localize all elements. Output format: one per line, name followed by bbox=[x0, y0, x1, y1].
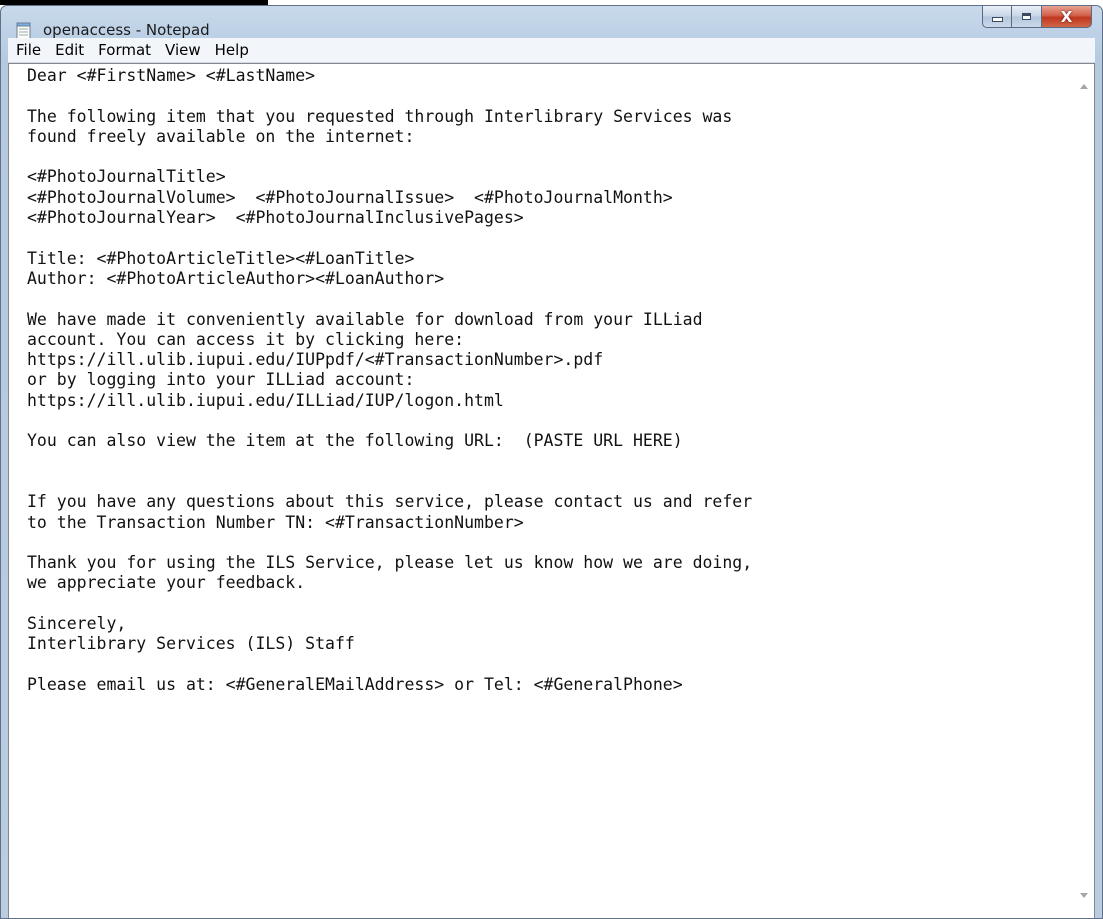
text-editor[interactable]: Dear <#FirstName> <#LastName> The follow… bbox=[8, 63, 1095, 918]
document-line: we appreciate your feedback. bbox=[27, 573, 306, 593]
document-line: Title: <#PhotoArticleTitle><#LoanTitle> bbox=[27, 248, 415, 268]
menu-format[interactable]: Format bbox=[92, 41, 159, 59]
document-line: Dear <#FirstName> <#LastName> bbox=[27, 66, 316, 85]
menu-view[interactable]: View bbox=[159, 41, 209, 59]
document-line: If you have any questions about this ser… bbox=[27, 492, 753, 512]
close-button[interactable]: X bbox=[1042, 6, 1092, 28]
vertical-scrollbar[interactable] bbox=[1073, 64, 1094, 918]
document-line: Author: <#PhotoArticleAuthor><#LoanAutho… bbox=[27, 268, 445, 288]
document-line: <#PhotoJournalYear> <#PhotoJournalInclus… bbox=[27, 208, 524, 228]
document-line: <#PhotoJournalTitle> bbox=[27, 167, 226, 187]
window-controls: X bbox=[982, 6, 1092, 28]
document-line: Please email us at: <#GeneralEMailAddres… bbox=[27, 674, 683, 694]
document-line: account. You can access it by clicking h… bbox=[27, 329, 465, 349]
document-text[interactable]: Dear <#FirstName> <#LastName> The follow… bbox=[27, 66, 1058, 695]
document-line: to the Transaction Number TN: <#Transact… bbox=[27, 512, 524, 532]
minimize-button[interactable] bbox=[982, 6, 1012, 28]
document-line: Thank you for using the ILS Service, ple… bbox=[27, 553, 753, 573]
document-line: We have made it conveniently available f… bbox=[27, 309, 703, 329]
notepad-window: openaccess - Notepad X File Edit Format … bbox=[0, 5, 1103, 919]
document-line: Sincerely, bbox=[27, 614, 127, 634]
menu-help[interactable]: Help bbox=[209, 41, 257, 59]
menu-bar: File Edit Format View Help bbox=[8, 38, 1095, 63]
scroll-down-icon[interactable] bbox=[1080, 893, 1088, 898]
maximize-button[interactable] bbox=[1012, 6, 1042, 28]
maximize-icon bbox=[1022, 13, 1031, 20]
window-title: openaccess - Notepad bbox=[43, 21, 210, 39]
document-line: https://ill.ulib.iupui.edu/IUPpdf/<#Tran… bbox=[27, 350, 604, 370]
document-line: The following item that you requested th… bbox=[27, 106, 733, 126]
document-line: You can also view the item at the follow… bbox=[27, 431, 683, 451]
document-line: <#PhotoJournalVolume> <#PhotoJournalIssu… bbox=[27, 187, 673, 207]
close-icon: X bbox=[1060, 7, 1073, 26]
menu-edit[interactable]: Edit bbox=[49, 41, 92, 59]
minimize-icon bbox=[991, 17, 1003, 22]
menu-file[interactable]: File bbox=[10, 41, 49, 59]
document-line: https://ill.ulib.iupui.edu/ILLiad/IUP/lo… bbox=[27, 390, 504, 410]
document-line: found freely available on the internet: bbox=[27, 126, 415, 146]
document-line: Interlibrary Services (ILS) Staff bbox=[27, 634, 355, 654]
scroll-up-icon[interactable] bbox=[1080, 84, 1088, 89]
document-line: or by logging into your ILLiad account: bbox=[27, 370, 415, 390]
